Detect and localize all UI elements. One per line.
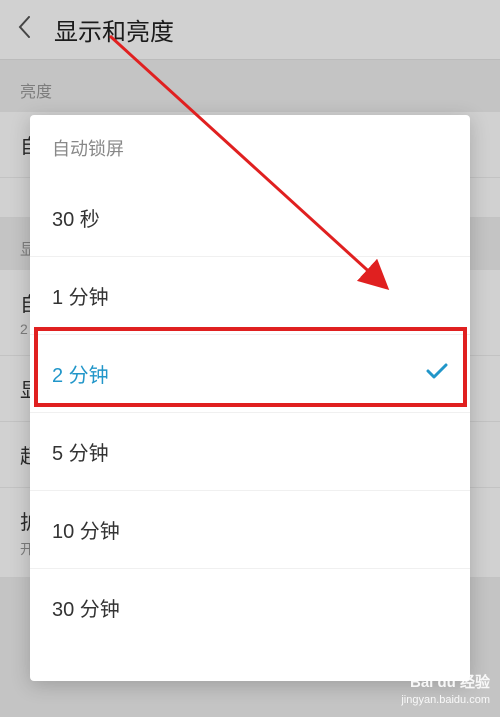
check-icon [426,362,448,385]
option-5min[interactable]: 5 分钟 [30,413,470,491]
option-2min[interactable]: 2 分钟 [30,335,470,413]
option-label: 10 分钟 [52,515,120,544]
option-1min[interactable]: 1 分钟 [30,257,470,335]
option-10min[interactable]: 10 分钟 [30,491,470,569]
watermark-url: jingyan.baidu.com [401,693,490,707]
option-label: 30 分钟 [52,593,120,622]
option-label: 5 分钟 [52,437,109,466]
dialog-title: 自动锁屏 [30,123,470,179]
option-30sec[interactable]: 30 秒 [30,179,470,257]
watermark-brand: Bai du 经验 [401,673,490,693]
option-label: 2 分钟 [52,359,109,388]
option-30min[interactable]: 30 分钟 [30,569,470,646]
watermark: Bai du 经验 jingyan.baidu.com [401,673,490,707]
option-label: 1 分钟 [52,281,109,310]
option-label: 30 秒 [52,203,100,232]
auto-lock-dialog: 自动锁屏 30 秒 1 分钟 2 分钟 5 分钟 10 分钟 30 分钟 [30,115,470,681]
